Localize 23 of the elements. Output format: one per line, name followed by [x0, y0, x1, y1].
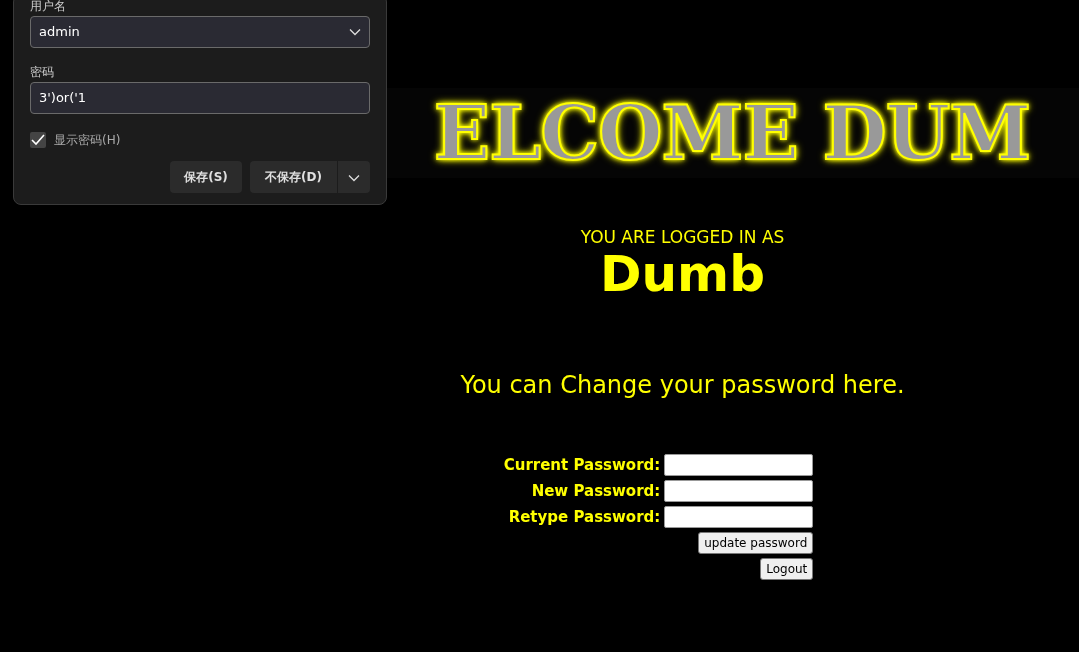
field-label: 密码 [30, 65, 55, 79]
field-label: Retype Password: [508, 506, 661, 528]
password-input[interactable] [664, 506, 814, 528]
field-label: 用户名 [30, 0, 67, 13]
username-dropdown[interactable]: admin [30, 16, 370, 48]
field-label: Current Password: [503, 454, 661, 476]
password-input[interactable] [664, 454, 814, 476]
update-password-button[interactable]: update password [698, 532, 814, 554]
chevron-down-icon [349, 28, 361, 36]
checkbox[interactable] [30, 132, 46, 148]
dont-save-button[interactable]: 不保存(D) [250, 161, 337, 193]
password-field[interactable]: 3')or('1 [30, 82, 370, 114]
checkbox-label: 显示密码(H) [54, 132, 121, 149]
banner-heading: ELCOME DUM [385, 88, 1079, 178]
password-input[interactable] [664, 480, 814, 502]
instruction-text: You can Change your password here. [460, 370, 905, 400]
dropdown-button[interactable] [338, 161, 370, 193]
username-heading: Dumb [600, 248, 765, 300]
chevron-down-icon [348, 173, 360, 182]
save-button[interactable]: 保存(S) [170, 161, 242, 193]
logged-in-label: YOU ARE LOGGED IN AS [580, 226, 785, 248]
field-label: New Password: [531, 480, 661, 502]
logout-button[interactable]: Logout [760, 558, 814, 580]
